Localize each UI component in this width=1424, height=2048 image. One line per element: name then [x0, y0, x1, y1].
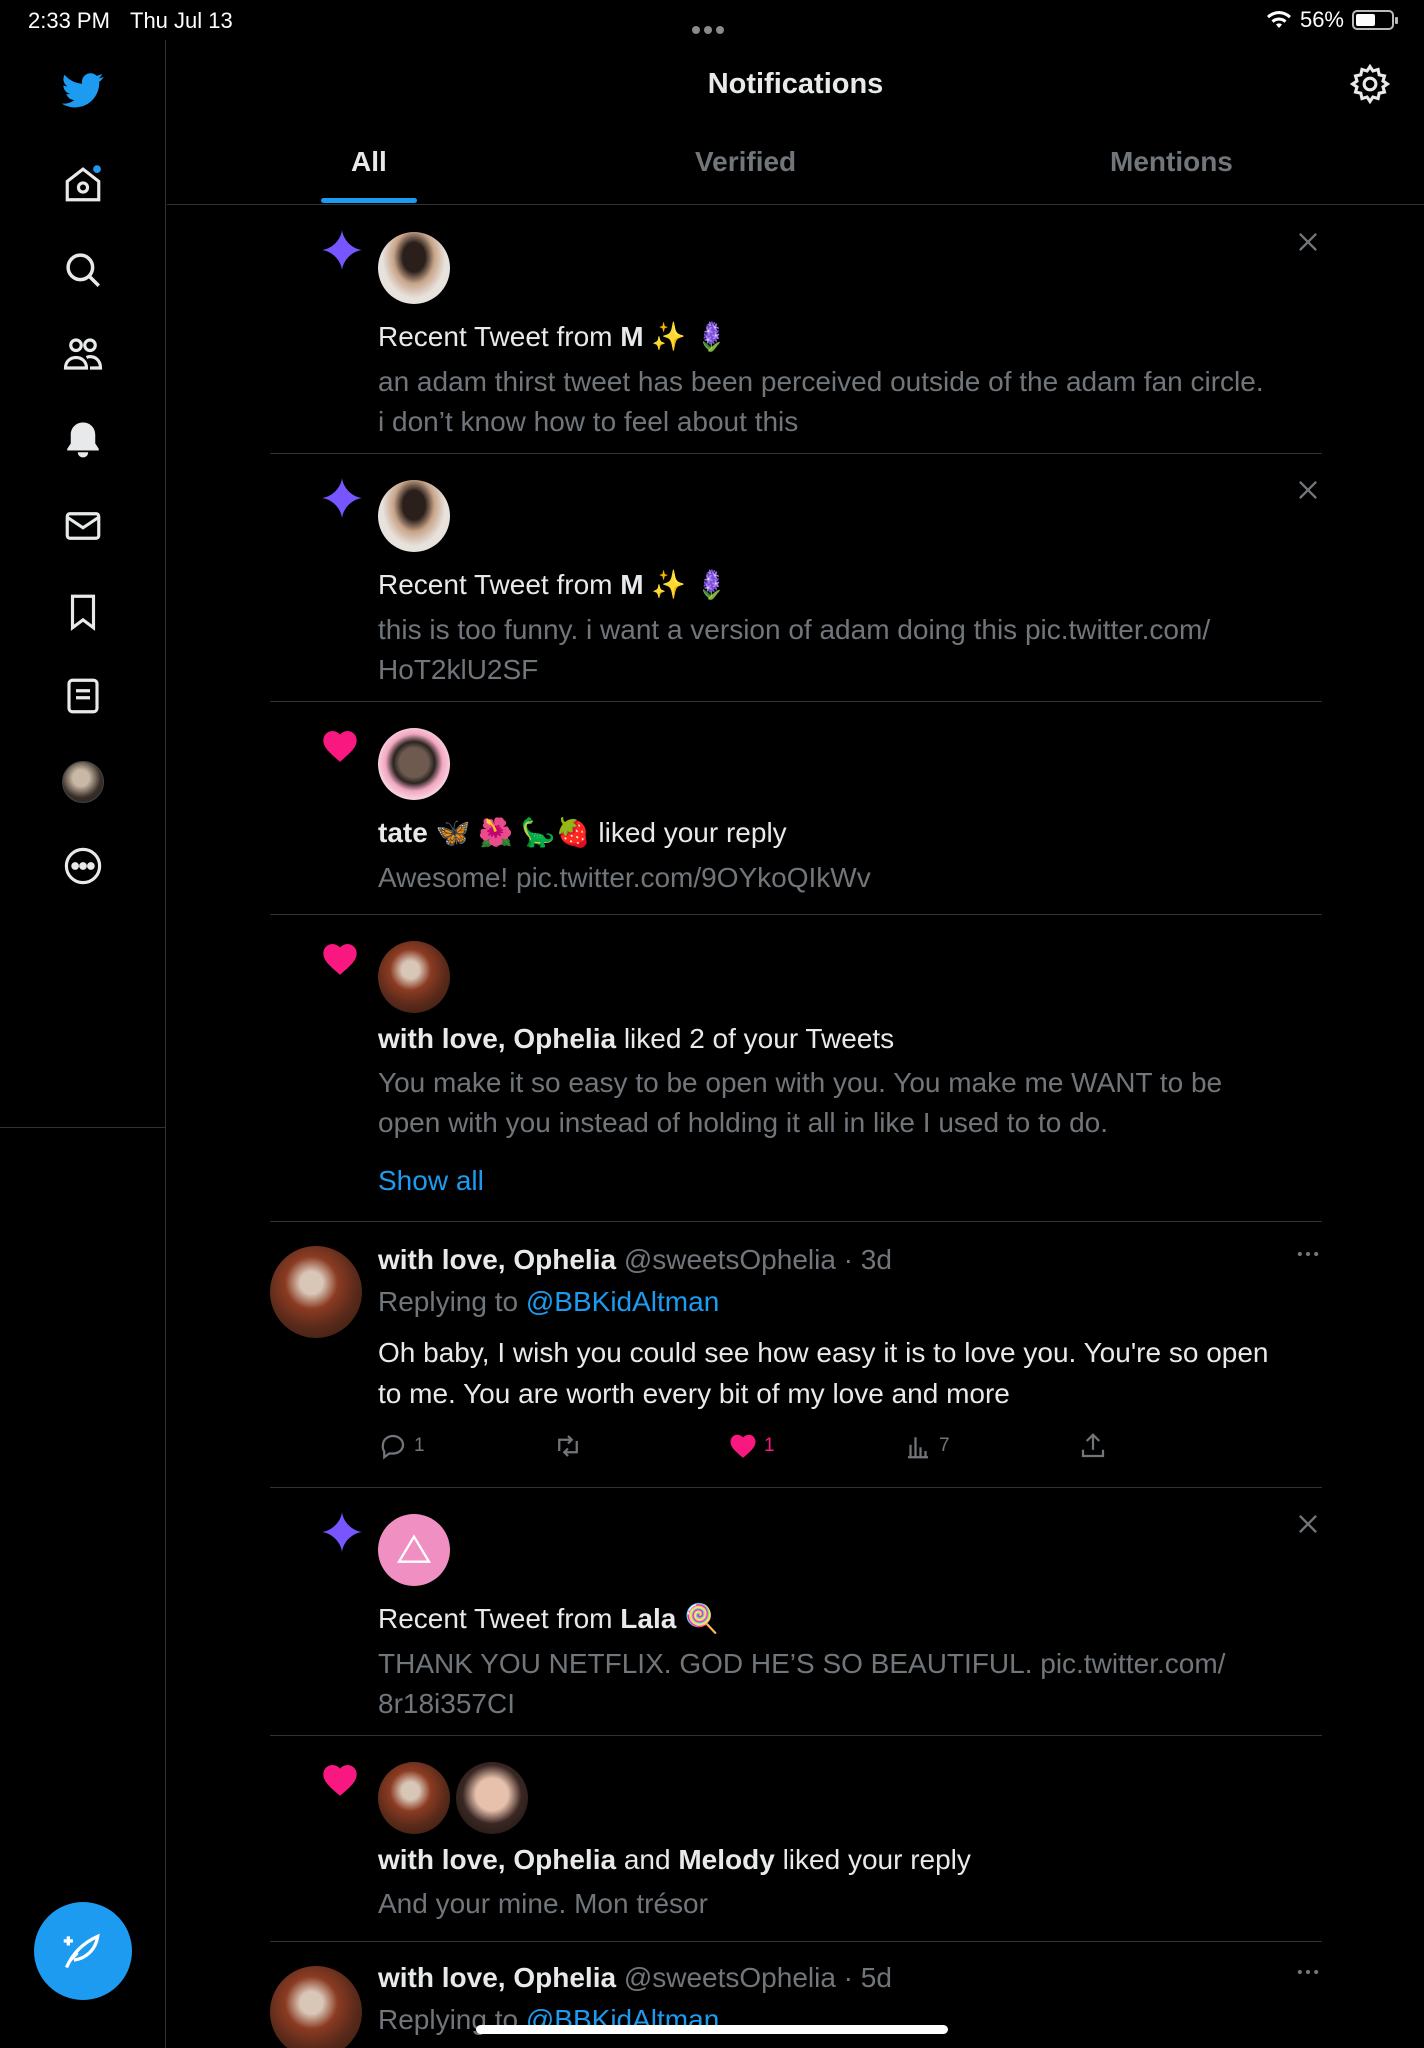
notifications-header: Notifications All Verified Mentions [167, 40, 1424, 205]
avatar[interactable] [378, 480, 450, 552]
notification-title: tate 🦋 🌺 🦕🍓 liked your reply [378, 817, 787, 848]
notification-body: Awesome! pic.twitter.com/9OYkoQIkWv [378, 862, 871, 893]
tweet-text: Oh baby, I wish you could see how easy i… [378, 1337, 1269, 1409]
triangle-logo-icon [396, 1534, 432, 1563]
notification-body: And your mine. Mon trésor [378, 1888, 708, 1919]
reply-icon [381, 1434, 405, 1460]
heart-icon [323, 1765, 357, 1796]
heart-icon [323, 731, 357, 762]
tweet-author-name[interactable]: with love, Ophelia [378, 1244, 616, 1275]
notification-item[interactable]: tate 🦋 🌺 🦕🍓 liked your reply Awesome! pi… [270, 702, 1322, 915]
notification-title: Recent Tweet from Lala 🍭 [378, 1603, 719, 1634]
avatar[interactable] [378, 232, 450, 304]
notification-body: this is too funny. i want a version of a… [378, 614, 1211, 685]
status-time: 2:33 PM [28, 8, 110, 33]
notification-body: THANK YOU NETFLIX. GOD HE’S SO BEAUTIFUL… [378, 1648, 1226, 1719]
tweet-actions: 1 1 7 [378, 1431, 1138, 1461]
sparkle-icon [321, 229, 363, 271]
bookmarks-icon[interactable] [53, 582, 113, 642]
share-button[interactable] [1078, 1431, 1108, 1461]
notification-item[interactable]: Recent Tweet from M ✨ 🪻 an adam thirst t… [270, 206, 1322, 454]
page-title: Notifications [707, 68, 884, 100]
close-icon[interactable] [1294, 228, 1322, 256]
share-icon [1081, 1433, 1105, 1458]
notification-title: Recent Tweet from M ✨ 🪻 [378, 569, 729, 600]
like-button[interactable]: 1 [728, 1431, 775, 1461]
sidebar-divider [0, 1127, 166, 1128]
notification-title: Recent Tweet from M ✨ 🪻 [378, 321, 729, 352]
avatar[interactable] [378, 941, 450, 1013]
avatar[interactable] [378, 1514, 450, 1586]
tweet-author-name[interactable]: with love, Ophelia [378, 1962, 616, 1993]
notification-item[interactable]: Recent Tweet from Lala 🍭 THANK YOU NETFL… [270, 1488, 1322, 1736]
multitasking-dots-icon[interactable] [692, 14, 732, 34]
sparkle-icon [321, 477, 363, 519]
retweet-icon [558, 1435, 578, 1457]
compose-tweet-button[interactable] [34, 1902, 132, 2000]
notification-item[interactable]: Recent Tweet from M ✨ 🪻 this is too funn… [270, 454, 1322, 702]
notification-body: You make it so easy to be open with you.… [378, 1067, 1223, 1138]
home-icon[interactable] [53, 154, 113, 214]
more-options-icon[interactable] [1294, 1240, 1322, 1268]
status-bar: 2:33 PM Thu Jul 13 56% [0, 0, 1424, 40]
views-button[interactable]: 7 [903, 1431, 950, 1461]
compose-feather-icon [63, 1933, 100, 1969]
notification-body: an adam thirst tweet has been perceived … [378, 366, 1264, 437]
tab-verified[interactable]: Verified [695, 146, 796, 178]
views-chart-icon [908, 1437, 928, 1459]
mention-link[interactable]: @BBKidAltman [526, 1286, 719, 1317]
avatar[interactable] [378, 1762, 450, 1834]
replying-to: Replying to @BBKidAltman [378, 1286, 720, 1317]
home-indicator[interactable] [476, 2025, 948, 2034]
battery-percent: 56% [1299, 7, 1344, 32]
heart-icon [323, 944, 357, 975]
profile-avatar[interactable] [53, 752, 113, 812]
messages-icon[interactable] [53, 496, 113, 556]
communities-icon[interactable] [53, 324, 113, 384]
avatar[interactable] [378, 728, 450, 800]
twitter-logo-icon[interactable] [53, 60, 113, 120]
notification-item[interactable]: with love, Ophelia and Melody liked your… [270, 1736, 1322, 1942]
settings-gear-icon[interactable] [1348, 62, 1392, 106]
close-icon[interactable] [1294, 1510, 1322, 1538]
wifi-icon [1266, 11, 1291, 28]
active-tab-indicator [321, 198, 417, 203]
avatar[interactable] [270, 1966, 362, 2048]
tab-mentions[interactable]: Mentions [1110, 146, 1233, 178]
notification-title: with love, Ophelia liked 2 of your Tweet… [378, 1023, 895, 1054]
tweet-header: with love, Ophelia @sweetsOphelia · 5d [378, 1962, 892, 1993]
sparkle-icon [321, 1511, 363, 1553]
search-icon[interactable] [53, 240, 113, 300]
status-date: Thu Jul 13 [130, 8, 233, 33]
avatar[interactable] [270, 1246, 362, 1338]
notification-item[interactable]: with love, Ophelia liked 2 of your Tweet… [270, 915, 1322, 1222]
notifications-bell-icon[interactable] [53, 410, 113, 470]
notifications-feed: Recent Tweet from M ✨ 🪻 an adam thirst t… [270, 206, 1322, 2048]
sidebar-nav [0, 40, 166, 2048]
retweet-button[interactable] [553, 1431, 583, 1461]
battery-icon [1352, 10, 1398, 30]
tweet-header: with love, Ophelia @sweetsOphelia · 3d [378, 1244, 892, 1275]
avatar[interactable] [456, 1762, 528, 1834]
heart-icon [730, 1434, 756, 1458]
more-options-icon[interactable] [1294, 1958, 1322, 1986]
reply-button[interactable]: 1 [378, 1431, 425, 1461]
more-options-icon[interactable] [53, 836, 113, 896]
notification-title: with love, Ophelia and Melody liked your… [378, 1844, 971, 1875]
tab-all[interactable]: All [351, 146, 387, 178]
show-all-link[interactable]: Show all [378, 1165, 484, 1197]
lists-icon[interactable] [53, 666, 113, 726]
tweet[interactable]: with love, Ophelia @sweetsOphelia · 3d R… [270, 1222, 1322, 1488]
close-icon[interactable] [1294, 476, 1322, 504]
